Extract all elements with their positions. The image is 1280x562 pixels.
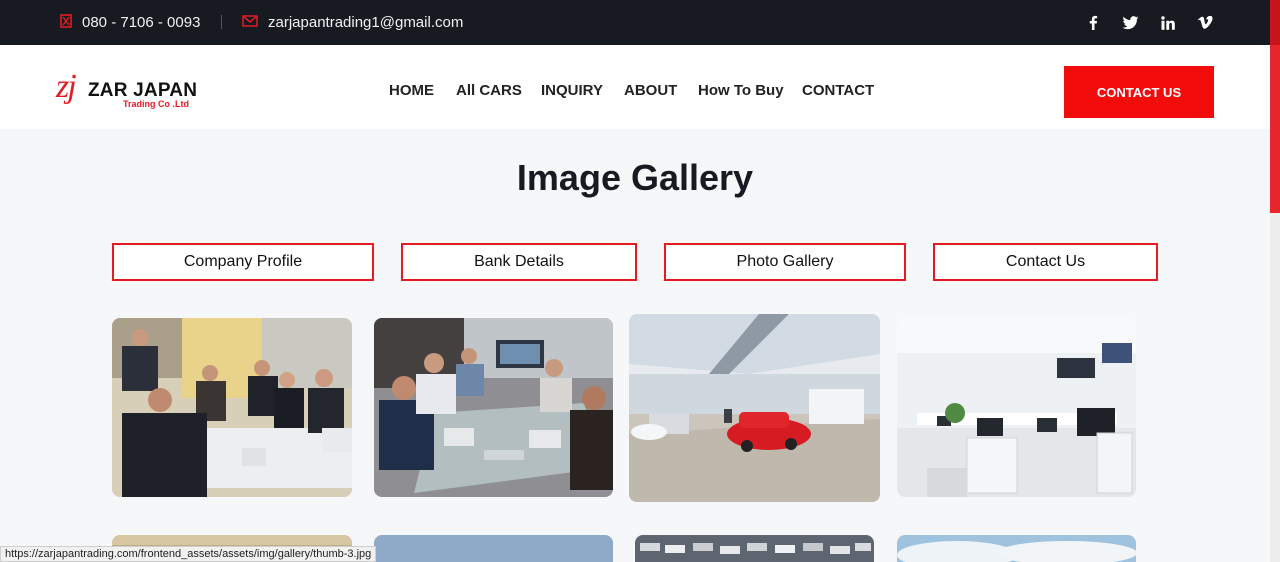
tab-bank-details[interactable]: Bank Details bbox=[401, 243, 637, 281]
car-showroom-photo[interactable] bbox=[629, 314, 880, 502]
top-bar: 080 - 7106 - 0093 zarjapantrading1@gmail… bbox=[0, 0, 1280, 45]
phone-number: 080 - 7106 - 0093 bbox=[82, 14, 201, 31]
mail-icon bbox=[242, 14, 258, 31]
nav-how-to-buy[interactable]: How To Buy bbox=[698, 82, 784, 99]
divider bbox=[221, 15, 222, 29]
conference-table-photo[interactable] bbox=[374, 318, 613, 497]
email-contact[interactable]: zarjapantrading1@gmail.com bbox=[242, 0, 463, 45]
site-header: zj ZAR JAPAN Trading Co .Ltd HOME All CA… bbox=[0, 45, 1270, 129]
logo-subtitle: Trading Co .Ltd bbox=[123, 99, 189, 109]
nav-contact[interactable]: CONTACT bbox=[802, 82, 874, 99]
link-status-bar: https://zarjapantrading.com/frontend_ass… bbox=[0, 546, 377, 562]
tab-company-profile[interactable]: Company Profile bbox=[112, 243, 374, 281]
scrollbar[interactable] bbox=[1270, 45, 1280, 562]
phone-contact[interactable]: 080 - 7106 - 0093 bbox=[60, 0, 200, 45]
tab-contact-us[interactable]: Contact Us bbox=[933, 243, 1158, 281]
twitter-icon[interactable] bbox=[1120, 0, 1140, 45]
site-logo[interactable]: zj ZAR JAPAN Trading Co .Ltd bbox=[56, 68, 206, 112]
nav-inquiry[interactable]: INQUIRY bbox=[541, 82, 603, 99]
sky-photo[interactable] bbox=[897, 535, 1136, 562]
gallery-photo-6[interactable] bbox=[374, 535, 613, 562]
nav-all-cars[interactable]: All CARS bbox=[456, 82, 522, 99]
tab-photo-gallery[interactable]: Photo Gallery bbox=[664, 243, 906, 281]
scrollbar-thumb[interactable] bbox=[1270, 45, 1280, 213]
page-title: Image Gallery bbox=[516, 157, 754, 198]
email-address: zarjapantrading1@gmail.com bbox=[268, 14, 464, 31]
open-office-photo[interactable] bbox=[897, 318, 1136, 497]
nav-about[interactable]: ABOUT bbox=[624, 82, 677, 99]
phone-icon bbox=[60, 13, 72, 32]
nav-home[interactable]: HOME bbox=[389, 82, 434, 99]
vimeo-icon[interactable] bbox=[1195, 0, 1215, 45]
car-yard-photo[interactable] bbox=[635, 535, 874, 562]
linkedin-icon[interactable] bbox=[1158, 0, 1178, 45]
contact-us-button[interactable]: CONTACT US bbox=[1064, 66, 1214, 118]
edge-accent bbox=[1270, 0, 1280, 45]
business-meeting-photo[interactable] bbox=[112, 318, 352, 497]
facebook-icon[interactable] bbox=[1083, 0, 1103, 45]
logo-mark: zj bbox=[56, 68, 77, 105]
